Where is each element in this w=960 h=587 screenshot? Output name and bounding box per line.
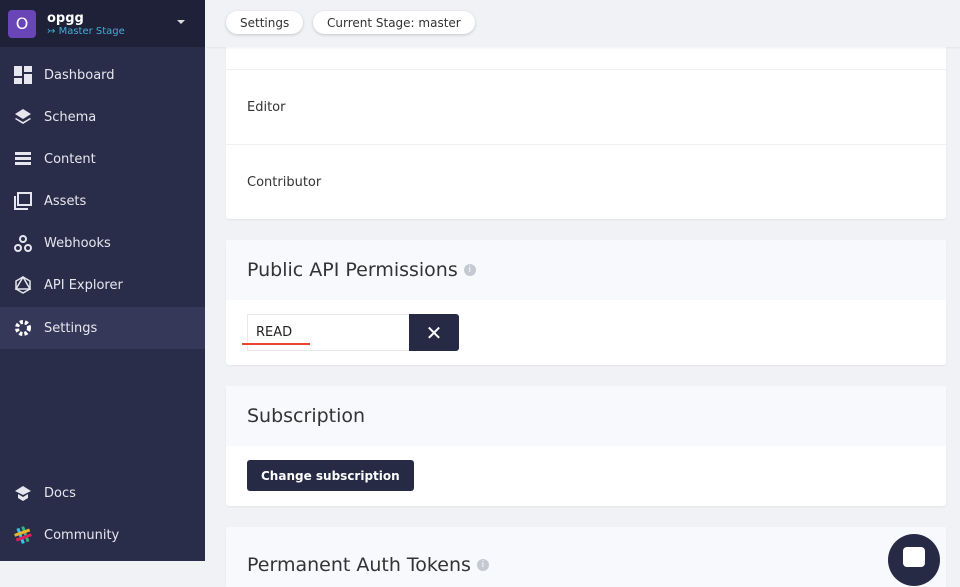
slack-icon: [14, 526, 32, 544]
webhooks-icon: [14, 235, 32, 252]
sidebar-item-assets[interactable]: Assets: [0, 180, 205, 222]
chevron-down-icon[interactable]: [177, 20, 185, 24]
sidebar-item-docs[interactable]: Docs: [0, 472, 205, 514]
graduation-cap-icon: [15, 486, 31, 501]
public-api-title: Public API Permissions: [247, 259, 458, 281]
sidebar-item-webhooks[interactable]: Webhooks: [0, 222, 205, 264]
tokens-title: Permanent Auth Tokens: [247, 554, 471, 576]
sidebar-item-settings[interactable]: Settings: [0, 307, 205, 349]
sidebar-item-api-explorer[interactable]: API Explorer: [0, 264, 205, 306]
chat-button[interactable]: [888, 534, 940, 586]
public-api-card: Public API Permissions i READ ✕: [226, 240, 946, 365]
top-bar: Settings Current Stage: master: [205, 0, 960, 47]
sidebar-item-content[interactable]: Content: [0, 138, 205, 180]
tokens-card: Permanent Auth Tokens i: [226, 527, 946, 587]
role-contributor[interactable]: Contributor: [226, 144, 946, 219]
project-avatar: O: [8, 9, 36, 38]
breadcrumb-stage[interactable]: Current Stage: master: [313, 11, 475, 34]
change-subscription-button[interactable]: Change subscription: [247, 460, 414, 491]
project-switcher[interactable]: O opgg ↣ Master Stage: [0, 0, 205, 47]
list-icon: [15, 152, 31, 165]
graphql-icon: [14, 276, 32, 294]
dashboard-icon: [14, 66, 32, 84]
sidebar-item-community[interactable]: Community: [0, 514, 205, 556]
image-icon: [14, 192, 32, 210]
project-stage: ↣ Master Stage: [47, 25, 125, 37]
layers-icon: [15, 109, 31, 124]
gear-icon: [15, 320, 31, 336]
subscription-card: Subscription Change subscription: [226, 386, 946, 506]
sidebar-item-dashboard[interactable]: Dashboard: [0, 54, 205, 96]
sidebar: O opgg ↣ Master Stage Dashboard Schema C…: [0, 0, 205, 561]
remove-permission-button[interactable]: ✕: [409, 314, 459, 351]
annotation-underline: [242, 343, 310, 345]
info-icon[interactable]: i: [463, 264, 476, 276]
close-icon: ✕: [425, 320, 443, 345]
permission-select[interactable]: READ: [247, 314, 409, 351]
role-editor[interactable]: Editor: [226, 69, 946, 144]
breadcrumb-settings[interactable]: Settings: [226, 11, 304, 34]
project-name: opgg: [47, 10, 84, 26]
chat-icon: [903, 547, 925, 567]
subscription-title: Subscription: [247, 405, 366, 427]
sidebar-item-schema[interactable]: Schema: [0, 96, 205, 138]
